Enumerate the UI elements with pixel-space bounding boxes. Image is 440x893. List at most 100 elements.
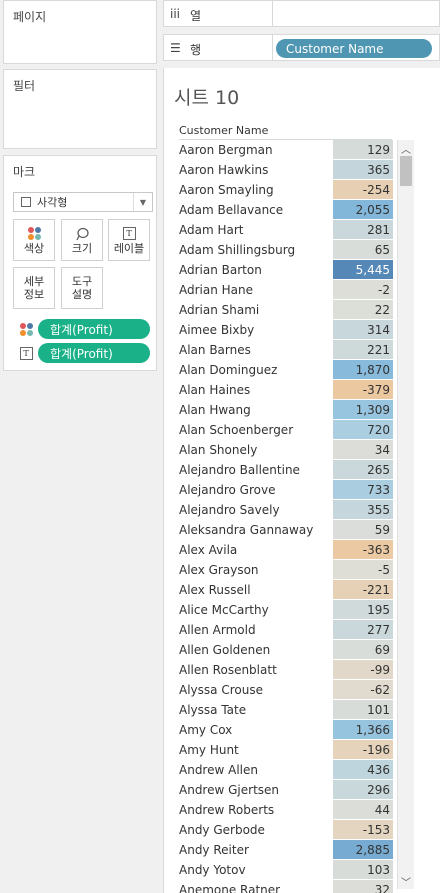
profit-cell[interactable]: 65 bbox=[333, 240, 393, 260]
customer-name-cell[interactable]: Adrian Shami bbox=[179, 303, 259, 317]
customer-name-cell[interactable]: Andrew Roberts bbox=[179, 803, 274, 817]
table-row[interactable]: Andrew Gjertsen 296 bbox=[164, 780, 400, 800]
table-row[interactable]: Alex Avila -363 bbox=[164, 540, 400, 560]
profit-cell[interactable]: 129 bbox=[333, 140, 393, 160]
table-row[interactable]: Alejandro Savely 355 bbox=[164, 500, 400, 520]
chevron-up-icon[interactable]: ︿ bbox=[398, 141, 414, 156]
vertical-scrollbar[interactable]: ︿ ﹀ bbox=[397, 140, 414, 889]
profit-cell[interactable]: 720 bbox=[333, 420, 393, 440]
customer-name-cell[interactable]: Adam Hart bbox=[179, 223, 244, 237]
customer-name-cell[interactable]: Alex Grayson bbox=[179, 563, 259, 577]
profit-cell[interactable]: -196 bbox=[333, 740, 393, 760]
profit-cell[interactable]: 5,445 bbox=[333, 260, 393, 280]
customer-name-cell[interactable]: Allen Armold bbox=[179, 623, 256, 637]
table-row[interactable]: Alejandro Ballentine 265 bbox=[164, 460, 400, 480]
profit-cell[interactable]: -5 bbox=[333, 560, 393, 580]
table-row[interactable]: Adam Bellavance 2,055 bbox=[164, 200, 400, 220]
column-header[interactable]: Customer Name bbox=[179, 124, 268, 137]
profit-cell[interactable]: 296 bbox=[333, 780, 393, 800]
customer-name-cell[interactable]: Andy Reiter bbox=[179, 843, 249, 857]
profit-cell[interactable]: 103 bbox=[333, 860, 393, 880]
profit-cell[interactable]: -99 bbox=[333, 660, 393, 680]
table-row[interactable]: Aimee Bixby 314 bbox=[164, 320, 400, 340]
profit-cell[interactable]: 59 bbox=[333, 520, 393, 540]
profit-cell[interactable]: 44 bbox=[333, 800, 393, 820]
customer-name-cell[interactable]: Alan Barnes bbox=[179, 343, 251, 357]
customer-name-cell[interactable]: Alan Shonely bbox=[179, 443, 257, 457]
customer-name-cell[interactable]: Adam Bellavance bbox=[179, 203, 283, 217]
profit-cell[interactable]: 69 bbox=[333, 640, 393, 660]
customer-name-cell[interactable]: Anemone Ratner bbox=[179, 883, 280, 893]
profit-cell[interactable]: 195 bbox=[333, 600, 393, 620]
profit-cell[interactable]: 265 bbox=[333, 460, 393, 480]
table-row[interactable]: Amy Hunt -196 bbox=[164, 740, 400, 760]
customer-name-cell[interactable]: Adrian Barton bbox=[179, 263, 262, 277]
profit-cell[interactable]: 22 bbox=[333, 300, 393, 320]
profit-cell[interactable]: -363 bbox=[333, 540, 393, 560]
table-row[interactable]: Aleksandra Gannaway 59 bbox=[164, 520, 400, 540]
size-button[interactable]: 크기 bbox=[61, 219, 103, 261]
customer-name-cell[interactable]: Allen Goldenen bbox=[179, 643, 270, 657]
table-row[interactable]: Alan Dominguez 1,870 bbox=[164, 360, 400, 380]
profit-cell[interactable]: -254 bbox=[333, 180, 393, 200]
table-row[interactable]: Aaron Hawkins 365 bbox=[164, 160, 400, 180]
profit-cell[interactable]: -2 bbox=[333, 280, 393, 300]
customer-name-cell[interactable]: Andrew Allen bbox=[179, 763, 258, 777]
customer-name-pill[interactable]: Customer Name bbox=[276, 39, 432, 58]
table-row[interactable]: Alan Haines -379 bbox=[164, 380, 400, 400]
customer-name-cell[interactable]: Alan Dominguez bbox=[179, 363, 277, 377]
profit-cell[interactable]: 314 bbox=[333, 320, 393, 340]
customer-name-cell[interactable]: Alex Russell bbox=[179, 583, 251, 597]
table-row[interactable]: Alyssa Crouse -62 bbox=[164, 680, 400, 700]
chevron-down-icon[interactable]: ﹀ bbox=[398, 874, 414, 889]
customer-name-cell[interactable]: Alyssa Tate bbox=[179, 703, 246, 717]
customer-name-cell[interactable]: Andy Yotov bbox=[179, 863, 246, 877]
table-row[interactable]: Andy Gerbode -153 bbox=[164, 820, 400, 840]
columns-shelf[interactable]: iii 열 bbox=[163, 0, 440, 27]
profit-color-pill[interactable]: 합계(Profit) bbox=[38, 319, 150, 339]
customer-name-cell[interactable]: Alex Avila bbox=[179, 543, 237, 557]
customer-name-cell[interactable]: Allen Rosenblatt bbox=[179, 663, 277, 677]
profit-cell[interactable]: -221 bbox=[333, 580, 393, 600]
color-button[interactable]: 색상 bbox=[13, 219, 55, 261]
profit-cell[interactable]: 1,309 bbox=[333, 400, 393, 420]
customer-name-cell[interactable]: Alan Hwang bbox=[179, 403, 251, 417]
table-row[interactable]: Allen Rosenblatt -99 bbox=[164, 660, 400, 680]
table-row[interactable]: Adam Shillingsburg 65 bbox=[164, 240, 400, 260]
customer-name-cell[interactable]: Aimee Bixby bbox=[179, 323, 254, 337]
pages-panel[interactable]: 페이지 bbox=[3, 0, 157, 64]
profit-cell[interactable]: 2,885 bbox=[333, 840, 393, 860]
customer-name-cell[interactable]: Alyssa Crouse bbox=[179, 683, 263, 697]
table-row[interactable]: Amy Cox 1,366 bbox=[164, 720, 400, 740]
table-row[interactable]: Alejandro Grove 733 bbox=[164, 480, 400, 500]
profit-cell[interactable]: 101 bbox=[333, 700, 393, 720]
table-row[interactable]: Adrian Hane -2 bbox=[164, 280, 400, 300]
filters-panel[interactable]: 필터 bbox=[3, 69, 157, 149]
customer-name-cell[interactable]: Alan Haines bbox=[179, 383, 250, 397]
profit-cell[interactable]: 2,055 bbox=[333, 200, 393, 220]
profit-cell[interactable]: 277 bbox=[333, 620, 393, 640]
table-row[interactable]: Anemone Ratner 32 bbox=[164, 880, 400, 893]
table-row[interactable]: Alan Schoenberger 720 bbox=[164, 420, 400, 440]
table-row[interactable]: Alan Shonely 34 bbox=[164, 440, 400, 460]
customer-name-cell[interactable]: Amy Hunt bbox=[179, 743, 239, 757]
customer-name-cell[interactable]: Aaron Smayling bbox=[179, 183, 274, 197]
customer-name-cell[interactable]: Andy Gerbode bbox=[179, 823, 265, 837]
profit-cell[interactable]: -379 bbox=[333, 380, 393, 400]
customer-name-cell[interactable]: Aaron Bergman bbox=[179, 143, 273, 157]
profit-cell[interactable]: 1,870 bbox=[333, 360, 393, 380]
tooltip-button[interactable]: 도구 설명 bbox=[61, 267, 103, 309]
table-row[interactable]: Aaron Bergman 129 bbox=[164, 140, 400, 160]
detail-button[interactable]: 세부 정보 bbox=[13, 267, 55, 309]
table-row[interactable]: Adrian Barton 5,445 bbox=[164, 260, 400, 280]
customer-name-cell[interactable]: Alejandro Ballentine bbox=[179, 463, 300, 477]
customer-name-cell[interactable]: Andrew Gjertsen bbox=[179, 783, 279, 797]
customer-name-cell[interactable]: Amy Cox bbox=[179, 723, 232, 737]
scroll-thumb[interactable] bbox=[400, 156, 412, 186]
customer-name-cell[interactable]: Alejandro Grove bbox=[179, 483, 275, 497]
customer-name-cell[interactable]: Aleksandra Gannaway bbox=[179, 523, 313, 537]
table-row[interactable]: Alyssa Tate 101 bbox=[164, 700, 400, 720]
label-button[interactable]: T 레이블 bbox=[108, 219, 150, 261]
profit-cell[interactable]: 1,366 bbox=[333, 720, 393, 740]
customer-name-cell[interactable]: Alan Schoenberger bbox=[179, 423, 293, 437]
